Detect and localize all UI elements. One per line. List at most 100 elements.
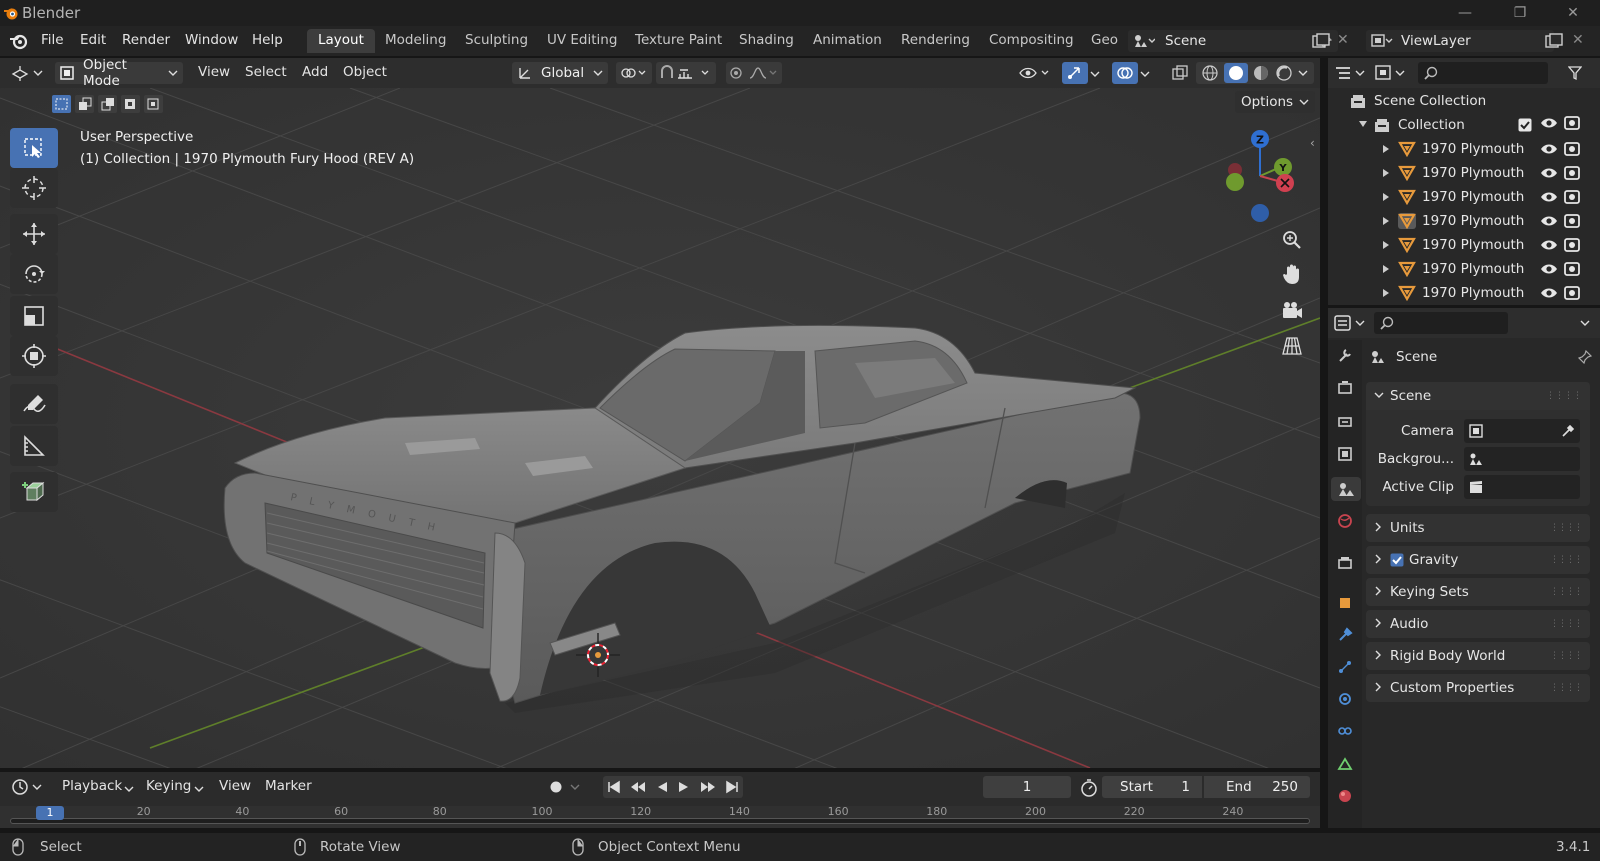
mode-dropdown[interactable]: Object Mode	[55, 57, 183, 89]
eye-icon[interactable]	[1540, 166, 1558, 180]
current-frame-field[interactable]: 1	[983, 776, 1071, 798]
tab-compositing[interactable]: Compositing	[978, 29, 1085, 53]
outliner-row-object[interactable]: 1970 Plymouth	[1328, 137, 1600, 161]
drag-handle-icon[interactable]: ⋮⋮⋮⋮	[1550, 651, 1583, 661]
properties-search-input[interactable]	[1374, 312, 1508, 334]
chevron-down-icon[interactable]	[1140, 70, 1150, 78]
play-reverse-icon[interactable]	[655, 780, 669, 794]
expand-arrow-icon[interactable]	[1382, 144, 1390, 154]
camera-render-icon[interactable]	[1564, 285, 1580, 301]
camera-render-icon[interactable]	[1564, 237, 1580, 253]
3d-viewport[interactable]: P L Y M O U T H User Perspective (1) Col…	[0, 88, 1320, 768]
expand-arrow-icon[interactable]	[1358, 119, 1368, 129]
delete-scene-icon[interactable]: ✕	[1337, 32, 1349, 48]
play-icon[interactable]	[677, 780, 691, 794]
jump-keyframe-back-icon[interactable]	[630, 780, 646, 794]
properties-editor-type-icon[interactable]	[1334, 314, 1368, 332]
jump-end-icon[interactable]	[725, 780, 739, 794]
jump-keyframe-forward-icon[interactable]	[700, 780, 716, 794]
gizmo-toggle-button[interactable]	[1062, 62, 1088, 84]
chevron-down-icon[interactable]	[1090, 70, 1100, 78]
camera-render-icon[interactable]	[1564, 115, 1580, 131]
eye-icon[interactable]	[1540, 190, 1558, 204]
panel-keying-sets[interactable]: Keying Sets ⋮⋮⋮⋮	[1366, 578, 1590, 606]
eye-icon[interactable]	[1540, 214, 1558, 228]
viewport-menu-select[interactable]: Select	[245, 64, 287, 80]
proportional-editing-button[interactable]	[726, 62, 782, 84]
tab-material-icon[interactable]	[1333, 784, 1357, 808]
timeline-menu-playback[interactable]: Playback	[62, 778, 122, 794]
eye-icon[interactable]	[1540, 262, 1558, 276]
pivot-point-button[interactable]	[616, 62, 652, 84]
scene-selector[interactable]: Scene	[1128, 30, 1338, 52]
panel-gravity[interactable]: Gravity ⋮⋮⋮⋮	[1366, 546, 1590, 574]
options-dropdown[interactable]: Options	[1235, 91, 1315, 113]
timeline-editor-type-button[interactable]	[10, 776, 46, 798]
overlays-toggle-button[interactable]	[1112, 62, 1138, 84]
panel-custom-properties[interactable]: Custom Properties ⋮⋮⋮⋮	[1366, 674, 1590, 702]
chevron-down-icon[interactable]	[1298, 69, 1308, 77]
tool-select-box[interactable]	[10, 128, 58, 168]
tab-particles-icon[interactable]	[1333, 655, 1357, 679]
viewport-menu-add[interactable]: Add	[302, 64, 328, 80]
tab-data-icon[interactable]	[1333, 752, 1357, 776]
start-frame-field[interactable]: Start 1	[1102, 776, 1202, 798]
new-viewlayer-icon[interactable]	[1545, 33, 1563, 49]
menu-edit[interactable]: Edit	[80, 32, 106, 48]
tab-scene-icon[interactable]	[1331, 477, 1361, 501]
tab-geometry-nodes[interactable]: Geo	[1080, 29, 1129, 53]
tab-view-layer-icon[interactable]	[1333, 442, 1357, 466]
tab-output-icon[interactable]	[1333, 409, 1357, 433]
eye-icon[interactable]	[1540, 286, 1558, 300]
outliner-row-object[interactable]: 1970 Plymouth	[1328, 161, 1600, 185]
tool-add-cube[interactable]	[10, 472, 58, 512]
exclude-checkbox-icon[interactable]	[1518, 118, 1532, 132]
tool-cursor[interactable]	[10, 168, 58, 208]
menu-window[interactable]: Window	[185, 32, 238, 48]
timeline-menu-marker[interactable]: Marker	[265, 778, 312, 794]
expand-arrow-icon[interactable]	[1382, 288, 1390, 298]
drag-handle-icon[interactable]: ⋮⋮⋮⋮	[1550, 683, 1583, 693]
sidebar-toggle-icon[interactable]: ‹	[1310, 136, 1315, 150]
panel-rigid-body-world[interactable]: Rigid Body World ⋮⋮⋮⋮	[1366, 642, 1590, 670]
panel-audio[interactable]: Audio ⋮⋮⋮⋮	[1366, 610, 1590, 638]
tab-modifier-icon[interactable]	[1333, 623, 1357, 647]
tab-uv-editing[interactable]: UV Editing	[536, 29, 628, 53]
blender-menu-icon[interactable]	[9, 31, 29, 51]
tab-constraints-icon[interactable]	[1333, 719, 1357, 743]
rendered-shading-icon[interactable]	[1274, 64, 1294, 82]
xray-toggle-button[interactable]	[1168, 62, 1192, 84]
new-scene-icon[interactable]	[1312, 33, 1330, 49]
viewlayer-selector[interactable]: ViewLayer	[1366, 30, 1554, 52]
solid-shading-icon[interactable]	[1224, 63, 1248, 83]
tab-texture-paint[interactable]: Texture Paint	[624, 29, 733, 53]
timeline-scrollbar[interactable]	[10, 818, 1310, 824]
playhead[interactable]: 1	[36, 806, 64, 820]
maximize-button[interactable]: ❐	[1495, 0, 1545, 26]
active-clip-field[interactable]	[1464, 475, 1580, 499]
scene-panel-header[interactable]: Scene ⋮⋮⋮⋮	[1366, 382, 1590, 410]
pan-hand-icon[interactable]	[1280, 262, 1304, 286]
tab-render-icon[interactable]	[1333, 376, 1357, 400]
expand-arrow-icon[interactable]	[1382, 240, 1390, 250]
tool-measure[interactable]	[10, 426, 58, 466]
outliner-editor-type-icon[interactable]	[1334, 64, 1368, 82]
tab-shading[interactable]: Shading	[728, 29, 805, 53]
camera-render-icon[interactable]	[1564, 261, 1580, 277]
viewport-menu-view[interactable]: View	[198, 64, 230, 80]
stopwatch-icon[interactable]	[1080, 779, 1098, 797]
gravity-checkbox[interactable]	[1390, 553, 1404, 567]
outliner-row-scene-collection[interactable]: Scene Collection	[1328, 89, 1600, 113]
drag-handle-icon[interactable]: ⋮⋮⋮⋮	[1550, 587, 1583, 597]
tab-object-icon[interactable]	[1333, 591, 1357, 615]
menu-help[interactable]: Help	[252, 32, 283, 48]
orientation-dropdown[interactable]: Global	[512, 62, 608, 84]
tab-layout[interactable]: Layout	[307, 29, 375, 53]
camera-render-icon[interactable]	[1564, 141, 1580, 157]
zoom-icon[interactable]	[1280, 228, 1304, 252]
camera-view-icon[interactable]	[1280, 299, 1304, 323]
panel-units[interactable]: Units ⋮⋮⋮⋮	[1366, 514, 1590, 542]
tab-physics-icon[interactable]	[1333, 687, 1357, 711]
pin-icon[interactable]	[1578, 350, 1592, 364]
outliner-row-object[interactable]: 1970 Plymouth	[1328, 209, 1600, 233]
